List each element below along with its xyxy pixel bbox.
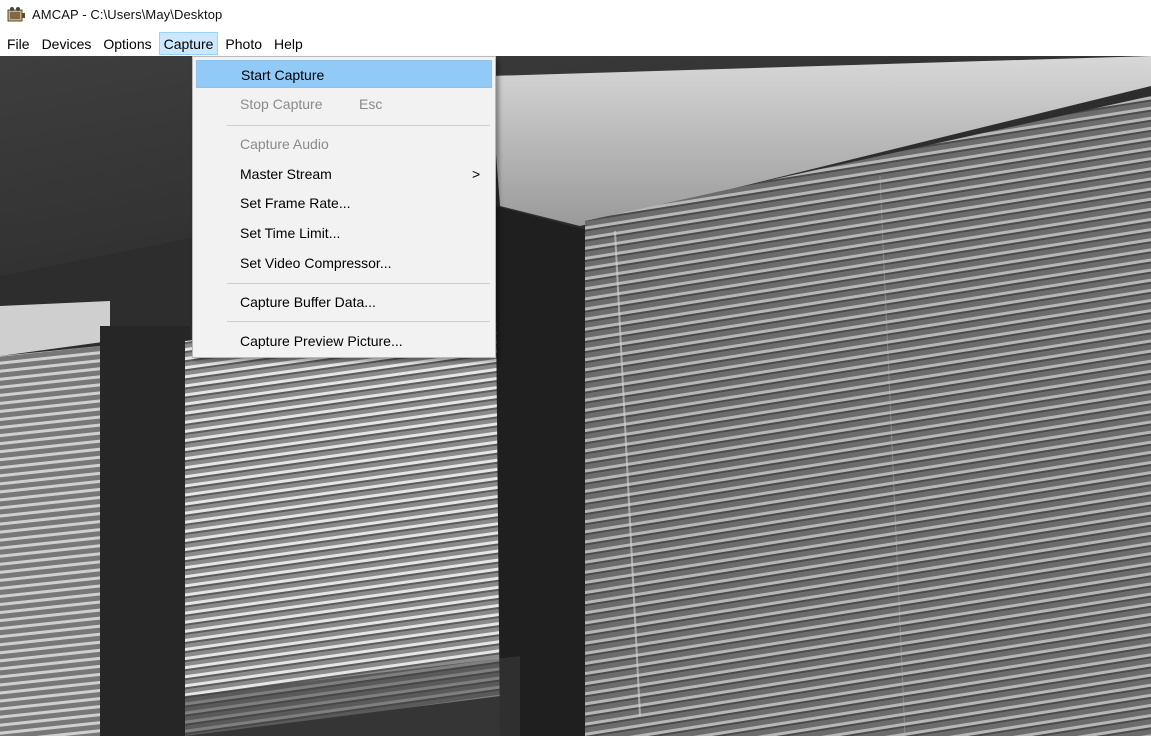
menu-photo[interactable]: Photo xyxy=(220,32,267,55)
menu-item-label: Set Frame Rate... xyxy=(240,195,351,211)
window-title: AMCAP - C:\Users\May\Desktop xyxy=(32,7,223,22)
menu-item-label: Set Time Limit... xyxy=(240,225,341,241)
menu-bar: File Devices Options Capture Photo Help xyxy=(0,31,1151,56)
menu-separator xyxy=(227,283,490,284)
menu-item-capture-preview-picture[interactable]: Capture Preview Picture... xyxy=(196,327,492,355)
menu-devices[interactable]: Devices xyxy=(37,32,97,55)
capture-menu-dropdown: Start Capture Stop Capture Esc Capture A… xyxy=(192,56,496,358)
menu-item-capture-audio[interactable]: Capture Audio xyxy=(196,130,492,158)
menu-help[interactable]: Help xyxy=(269,32,308,55)
menu-item-label: Capture Preview Picture... xyxy=(240,333,403,349)
menu-separator xyxy=(227,321,490,322)
menu-capture[interactable]: Capture xyxy=(158,32,219,55)
video-preview xyxy=(0,56,1151,736)
menu-item-label: Set Video Compressor... xyxy=(240,255,392,271)
menu-item-stop-capture[interactable]: Stop Capture Esc xyxy=(196,90,492,118)
menu-item-set-frame-rate[interactable]: Set Frame Rate... xyxy=(196,189,492,217)
submenu-arrow-icon: > xyxy=(472,166,481,182)
menu-item-label: Start Capture xyxy=(241,67,325,83)
menu-item-label: Master Stream xyxy=(240,166,332,182)
menu-item-set-video-compressor[interactable]: Set Video Compressor... xyxy=(196,249,492,277)
title-bar: AMCAP - C:\Users\May\Desktop xyxy=(0,0,1151,31)
menu-separator xyxy=(227,125,490,126)
menu-item-set-time-limit[interactable]: Set Time Limit... xyxy=(196,219,492,247)
menu-item-start-capture[interactable]: Start Capture xyxy=(196,60,492,88)
menu-item-shortcut: Esc xyxy=(359,96,383,112)
menu-item-label: Capture Buffer Data... xyxy=(240,294,376,310)
amcap-camera-icon xyxy=(7,7,25,22)
menu-item-label: Capture Audio xyxy=(240,136,329,152)
menu-item-capture-buffer-data[interactable]: Capture Buffer Data... xyxy=(196,288,492,316)
menu-file[interactable]: File xyxy=(2,32,35,55)
menu-options[interactable]: Options xyxy=(98,32,156,55)
camera-feed-image xyxy=(0,56,1151,736)
menu-item-label: Stop Capture xyxy=(240,96,323,112)
menu-item-master-stream[interactable]: Master Stream > xyxy=(196,160,492,188)
